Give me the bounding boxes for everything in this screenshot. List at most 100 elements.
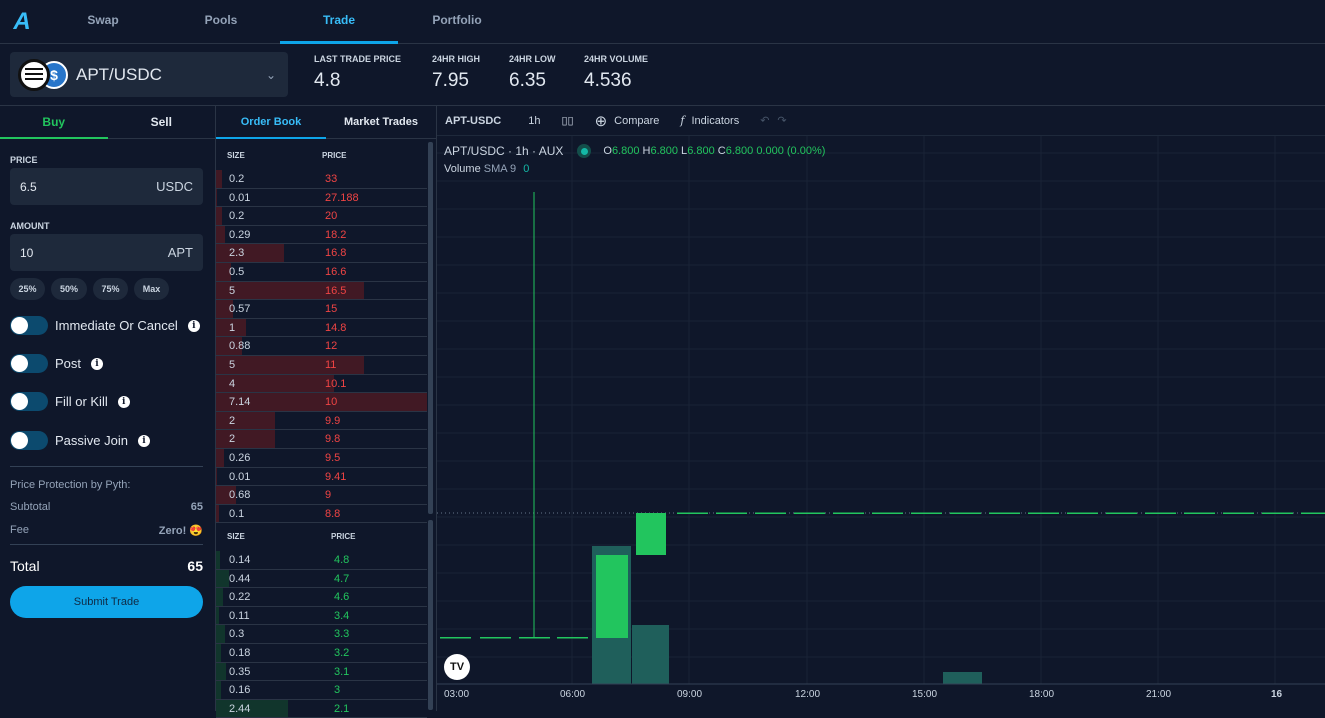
- candle: [557, 637, 588, 639]
- toggle-switch[interactable]: [10, 392, 48, 411]
- tab-market-trades[interactable]: Market Trades: [326, 106, 436, 139]
- tab-order-book[interactable]: Order Book: [216, 106, 326, 139]
- bid-row[interactable]: 0.353.1: [216, 663, 427, 682]
- toggle-switch[interactable]: [10, 431, 48, 450]
- info-icon[interactable]: i: [138, 435, 150, 447]
- info-icon[interactable]: i: [91, 358, 103, 370]
- bids-scrollbar[interactable]: [428, 520, 433, 710]
- bid-row[interactable]: 0.224.6: [216, 588, 427, 607]
- volume-bar: [632, 625, 669, 684]
- info-icon[interactable]: i: [118, 396, 130, 408]
- pct-50-button[interactable]: 50%: [51, 278, 87, 300]
- order-size: 5: [229, 285, 235, 297]
- toggle-label: Post: [55, 356, 81, 371]
- ask-row[interactable]: 29.9: [216, 412, 427, 431]
- submit-trade-button[interactable]: Submit Trade: [10, 586, 203, 618]
- indicators-icon[interactable]: f: [680, 114, 684, 127]
- ask-row[interactable]: 516.5: [216, 282, 427, 301]
- logo[interactable]: A: [0, 8, 44, 36]
- ask-row[interactable]: 0.2918.2: [216, 226, 427, 245]
- depth-bar: [216, 700, 288, 718]
- order-price: 9.5: [325, 452, 340, 464]
- ask-row[interactable]: 0.233: [216, 170, 427, 189]
- ask-row[interactable]: 0.019.41: [216, 468, 427, 487]
- tab-sell[interactable]: Sell: [108, 106, 216, 139]
- bid-row[interactable]: 0.183.2: [216, 644, 427, 663]
- ask-row[interactable]: 0.26 9.5: [216, 449, 427, 468]
- info-icon[interactable]: i: [188, 320, 200, 332]
- nav-portfolio[interactable]: Portfolio: [398, 0, 516, 44]
- candle: [1145, 513, 1176, 515]
- price-input[interactable]: 6.5USDC: [10, 168, 203, 205]
- ohlc-values: O6.800 H6.800 L6.800 C6.800 0.000 (0.00%…: [603, 145, 825, 157]
- order-size: 0.2: [229, 210, 244, 222]
- ask-row[interactable]: 0.0127.188: [216, 189, 427, 208]
- candle-style-icon[interactable]: ▯▯: [561, 114, 573, 127]
- toggle-passive-join[interactable]: Passive Joini: [10, 431, 150, 450]
- candle: [1184, 513, 1215, 515]
- indicators-button[interactable]: Indicators: [692, 115, 740, 127]
- compare-button[interactable]: Compare: [614, 115, 659, 127]
- tab-buy[interactable]: Buy: [0, 106, 108, 139]
- candle: [1028, 513, 1059, 515]
- price-chart: APT-USDC 1h ▯▯ ⊕ Compare f Indicators ↶ …: [437, 106, 1325, 711]
- asks-scrollbar[interactable]: [428, 142, 433, 514]
- ask-row[interactable]: 511: [216, 356, 427, 375]
- candle: [440, 637, 471, 639]
- bid-row[interactable]: 2.442.1: [216, 700, 427, 718]
- toggle-switch[interactable]: [10, 316, 48, 335]
- toggle-fill-or-kill[interactable]: Fill or Killi: [10, 392, 130, 411]
- depth-bar: [216, 412, 275, 430]
- nav-swap[interactable]: Swap: [44, 0, 162, 44]
- ask-row[interactable]: 0.5715: [216, 300, 427, 319]
- bid-row[interactable]: 0.163: [216, 681, 427, 700]
- pct-25-button[interactable]: 25%: [10, 278, 45, 300]
- ask-row[interactable]: 0.220: [216, 207, 427, 226]
- order-size: 4: [229, 378, 235, 390]
- ask-row[interactable]: 0.18.8: [216, 505, 427, 524]
- order-price: 3.3: [334, 628, 349, 640]
- bid-row[interactable]: 0.144.8: [216, 551, 427, 570]
- ask-row[interactable]: 114.8: [216, 319, 427, 338]
- ask-row[interactable]: 2.316.8: [216, 244, 427, 263]
- amount-input[interactable]: 10APT: [10, 234, 203, 271]
- toggle-switch[interactable]: [10, 354, 48, 373]
- chart-canvas[interactable]: [437, 136, 1325, 711]
- volume-bar: [943, 672, 982, 684]
- nav-pools[interactable]: Pools: [162, 0, 280, 44]
- ask-row[interactable]: 0.8812: [216, 337, 427, 356]
- stat-value: 4.536: [584, 70, 648, 92]
- pct-max-button[interactable]: Max: [134, 278, 169, 300]
- nav-trade[interactable]: Trade: [280, 0, 398, 44]
- fee-value: Zero! 😍: [159, 524, 203, 537]
- toggle-immediate-or-cancel[interactable]: Immediate Or Canceli: [10, 316, 200, 335]
- amount-label: AMOUNT: [10, 221, 50, 231]
- ask-row[interactable]: 29.8: [216, 430, 427, 449]
- pct-75-button[interactable]: 75%: [93, 278, 128, 300]
- toggle-post[interactable]: Posti: [10, 354, 103, 373]
- tradingview-logo-icon[interactable]: TV: [444, 654, 470, 680]
- ask-row[interactable]: 7.1410: [216, 393, 427, 412]
- order-price: 14.8: [325, 322, 346, 334]
- chart-symbol[interactable]: APT-USDC: [445, 115, 501, 127]
- divider: [10, 544, 203, 545]
- total-label: Total: [10, 558, 40, 574]
- undo-icon[interactable]: ↶: [760, 114, 769, 127]
- interval-button[interactable]: 1h: [528, 115, 540, 127]
- ask-row[interactable]: 0.689: [216, 486, 427, 505]
- order-size: 0.26: [229, 452, 250, 464]
- bid-row[interactable]: 0.113.4: [216, 607, 427, 626]
- status-dot-icon: [577, 144, 591, 158]
- candle: [480, 637, 511, 639]
- market-selector[interactable]: $ APT/USDC ⌄: [10, 52, 288, 97]
- ask-row[interactable]: 0.516.6: [216, 263, 427, 282]
- bid-row[interactable]: 0.444.7: [216, 570, 427, 589]
- ask-row[interactable]: 410.1: [216, 375, 427, 394]
- order-price: 27.188: [325, 192, 359, 204]
- bid-row[interactable]: 0.33.3: [216, 625, 427, 644]
- depth-bar: [216, 607, 219, 625]
- candle: [636, 513, 666, 555]
- redo-icon[interactable]: ↷: [777, 114, 786, 127]
- compare-icon[interactable]: ⊕: [595, 112, 608, 130]
- apt-coin-icon: [18, 59, 50, 91]
